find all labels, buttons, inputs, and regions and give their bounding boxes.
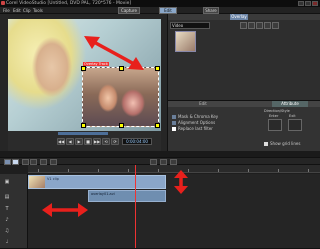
title-track-header: T — [0, 203, 28, 214]
ruler-tick — [308, 169, 309, 172]
library-tab-7[interactable] — [264, 14, 278, 20]
alignment-options-label: Alignment Options — [178, 120, 216, 125]
overlay-track-clip[interactable]: overlay01.avi — [88, 190, 166, 202]
step-tab-share[interactable]: Share — [203, 7, 219, 14]
delete-icon[interactable] — [272, 22, 279, 29]
step-tab-capture[interactable]: Capture — [118, 7, 140, 14]
library-panel: Overlay Video — [167, 14, 320, 100]
step-tab-edit[interactable]: Edit — [159, 7, 177, 14]
replace-filter-label: Replace last filter — [178, 126, 213, 131]
music-icon: ♫ — [4, 227, 10, 234]
ruler-tick — [68, 169, 69, 172]
menu-edit[interactable]: Edit — [13, 7, 21, 14]
resize-handle-bottom-right[interactable] — [155, 123, 160, 128]
close-button[interactable] — [312, 1, 318, 6]
checkbox-icon — [172, 127, 176, 131]
playback-controls: ◀◀ ◀ ▶ ■ ▶▶ ⟲ ⟳ 0:00:04:00 — [8, 131, 161, 151]
ruler-tick — [278, 169, 279, 172]
menu-clip[interactable]: Clip — [23, 7, 31, 14]
import-icon[interactable] — [240, 22, 247, 29]
fast-forward-button[interactable]: ▶▶ — [93, 138, 101, 145]
resize-handle-top-right[interactable] — [155, 66, 160, 71]
ruler-tick — [98, 169, 99, 172]
title-icon: T — [5, 205, 9, 212]
library-tab-4[interactable] — [215, 14, 229, 20]
resize-handle-bottom[interactable] — [119, 123, 124, 128]
exit-direction-box[interactable]: Exit — [288, 114, 302, 131]
direction-style-label: Direction/Style — [264, 109, 290, 113]
library-tab-6[interactable] — [249, 14, 263, 20]
play-button[interactable]: ▶ — [75, 138, 83, 145]
library-category-dropdown[interactable]: Video — [170, 22, 210, 29]
ruler-tick — [128, 169, 129, 172]
library-clip-thumbnail[interactable] — [175, 31, 196, 52]
music-track-header: ♫ — [0, 225, 28, 236]
overlay-clip-preview[interactable]: Overlay Track — [81, 62, 160, 128]
library-tab-3[interactable] — [200, 14, 214, 20]
ruler-tick — [38, 169, 39, 172]
options-icon[interactable] — [248, 22, 255, 29]
mask-icon — [172, 115, 176, 119]
resize-handle-bottom-left[interactable] — [81, 123, 86, 128]
timeline-panel: ▣ ▤ T ♪ ♫ ♩ V1 clip overlay01.avi — [0, 165, 320, 249]
video-clip-name: V1 clip — [47, 177, 59, 181]
library-tab-1[interactable] — [170, 14, 184, 20]
ruler-tick — [248, 169, 249, 172]
replace-filter-row[interactable]: Replace last filter — [172, 126, 213, 132]
enter-label: Enter — [269, 114, 279, 118]
ruler-tick — [158, 169, 159, 172]
red-annotation-arrow-horizontal — [42, 203, 88, 217]
mask-chroma-key-label: Mask & Chroma Key — [178, 114, 219, 119]
scrub-bar[interactable] — [58, 132, 108, 135]
extra-track[interactable]: ♩ — [0, 236, 320, 249]
ruler-tick — [188, 169, 189, 172]
volume-button[interactable]: ⟳ — [111, 138, 119, 145]
overlay-clip-name: overlay01.avi — [91, 192, 115, 196]
exit-label: Exit — [289, 114, 296, 118]
voice-track-header: ♪ — [0, 214, 28, 225]
menu-tools[interactable]: Tools — [33, 7, 43, 14]
timecode-display[interactable]: 0:00:04:00 — [122, 138, 152, 145]
ruler-tick — [218, 169, 219, 172]
options-panel: Edit Attribute Mask & Chroma Key Alignme… — [167, 100, 320, 151]
maximize-button[interactable] — [305, 1, 311, 6]
overlay-track-header: ▤ — [0, 190, 28, 203]
overlay-icon: ▤ — [4, 193, 10, 200]
timeline-playhead[interactable] — [135, 165, 136, 248]
sort-icon[interactable] — [256, 22, 263, 29]
options-tabs: Edit Attribute — [168, 101, 320, 107]
previous-frame-button[interactable]: ◀ — [66, 138, 74, 145]
window-title: Corel VideoStudio [Untitled, DVD PAL, 72… — [6, 1, 132, 6]
app-icon — [1, 1, 5, 5]
red-annotation-arrow-vertical — [174, 170, 188, 194]
extra-track-header: ♩ — [0, 236, 28, 248]
options-tab-edit[interactable]: Edit — [188, 101, 218, 107]
stop-button[interactable]: ■ — [84, 138, 92, 145]
library-tab-overlay[interactable]: Overlay — [230, 14, 248, 20]
library-dropdown-value: Video — [172, 23, 184, 28]
options-tab-attribute[interactable]: Attribute — [272, 101, 308, 107]
video-track-header: ▣ — [0, 174, 28, 190]
menu-file[interactable]: File — [3, 7, 10, 14]
voice-icon: ♪ — [5, 216, 9, 223]
film-icon: ▣ — [4, 179, 10, 185]
audio-icon: ♩ — [5, 239, 9, 245]
video-track-clip[interactable]: V1 clip — [28, 175, 166, 189]
preview-window[interactable]: Overlay Track — [8, 19, 161, 131]
repeat-button[interactable]: ⟲ — [102, 138, 110, 145]
title-bar: Corel VideoStudio [Untitled, DVD PAL, 72… — [0, 0, 320, 7]
timeline-toolbar — [0, 157, 320, 165]
clip-thumbnail — [29, 176, 45, 188]
alignment-icon — [172, 121, 176, 125]
red-annotation-arrow-diagonal — [84, 36, 144, 70]
enter-direction-box[interactable]: Enter — [268, 114, 282, 131]
library-tab-2[interactable] — [185, 14, 199, 20]
show-grid-row[interactable]: Show grid lines — [264, 141, 300, 147]
view-icon[interactable] — [264, 22, 271, 29]
show-grid-label: Show grid lines — [270, 141, 301, 146]
rewind-button[interactable]: ◀◀ — [57, 138, 65, 145]
minimize-button[interactable] — [298, 1, 304, 6]
grid-checkbox-icon — [264, 142, 268, 146]
library-tabs: Overlay — [168, 14, 320, 20]
